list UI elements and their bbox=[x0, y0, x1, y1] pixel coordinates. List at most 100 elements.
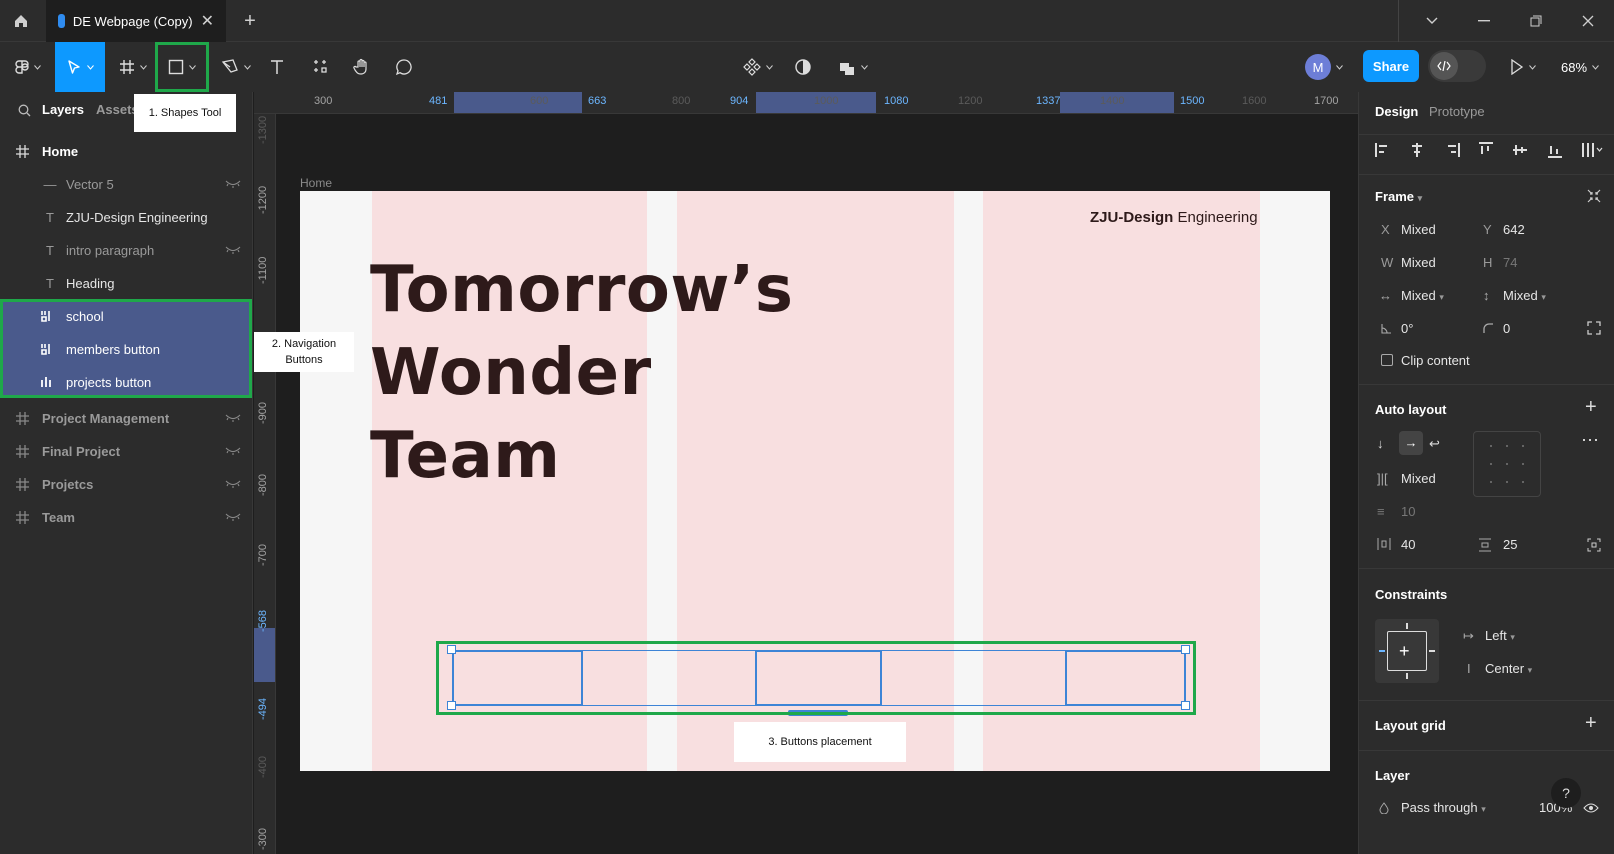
independent-padding-icon[interactable] bbox=[1587, 538, 1601, 552]
zoom-menu[interactable]: 68% bbox=[1554, 42, 1606, 92]
vertical-sizing-select[interactable]: Mixed ▾ bbox=[1503, 288, 1546, 303]
move-tool[interactable] bbox=[55, 42, 105, 92]
independent-corners-icon[interactable] bbox=[1587, 321, 1601, 335]
align-top-icon[interactable] bbox=[1478, 142, 1494, 158]
layer-vector-5[interactable]: — Vector 5 bbox=[0, 167, 253, 201]
tab-layers[interactable]: Layers bbox=[42, 102, 84, 117]
cursor-icon bbox=[68, 60, 80, 74]
text-tool[interactable] bbox=[260, 42, 294, 92]
hidden-eye-icon[interactable] bbox=[225, 179, 241, 189]
minimize-icon[interactable] bbox=[1458, 0, 1510, 42]
heading[interactable]: Tomorrow’s Wonder Team bbox=[370, 249, 793, 498]
rotation-input[interactable]: 0° bbox=[1401, 321, 1413, 336]
comment-tool[interactable] bbox=[387, 42, 421, 92]
user-menu[interactable]: M bbox=[1300, 42, 1348, 92]
layer-frame-home[interactable]: Home bbox=[0, 134, 253, 168]
distribute-icon[interactable] bbox=[1581, 142, 1603, 158]
radius-input[interactable]: 0 bbox=[1503, 321, 1510, 336]
add-icon[interactable]: + bbox=[1585, 396, 1597, 419]
file-tab[interactable]: DE Webpage (Copy) ✕ bbox=[46, 0, 226, 42]
home-frame[interactable]: ZJU-Design Engineering Tomorrow’s Wonder… bbox=[300, 191, 1330, 771]
layer-frame-team[interactable]: Team bbox=[0, 500, 253, 534]
eye-icon[interactable] bbox=[1583, 802, 1599, 814]
arrow-down-icon[interactable]: ↓ bbox=[1377, 436, 1384, 451]
add-tab-button[interactable]: + bbox=[238, 9, 262, 33]
frame-label[interactable]: Home bbox=[300, 176, 332, 190]
boolean-menu[interactable] bbox=[833, 42, 873, 92]
restore-icon[interactable] bbox=[1510, 0, 1562, 42]
align-right-icon[interactable] bbox=[1444, 142, 1460, 158]
resources-tool[interactable] bbox=[304, 42, 338, 92]
search-icon[interactable] bbox=[18, 104, 31, 117]
hidden-eye-icon[interactable] bbox=[225, 446, 241, 456]
clip-content-checkbox[interactable] bbox=[1381, 354, 1393, 366]
hidden-eye-icon[interactable] bbox=[225, 512, 241, 522]
arrow-right-icon[interactable]: → bbox=[1399, 431, 1423, 455]
hidden-eye-icon[interactable] bbox=[225, 245, 241, 255]
heading-line: Team bbox=[370, 419, 561, 493]
alignment-grid[interactable] bbox=[1473, 431, 1541, 497]
blend-mode-select[interactable]: Pass through ▾ bbox=[1401, 800, 1486, 815]
align-left-icon[interactable] bbox=[1375, 142, 1391, 158]
layer-frame-projetcs[interactable]: Projetcs bbox=[0, 467, 253, 501]
tab-design[interactable]: Design bbox=[1375, 104, 1418, 119]
ruler-selection-band bbox=[254, 628, 275, 682]
frame-section-title[interactable]: Frame ▾ bbox=[1375, 189, 1422, 204]
horizontal-constraint-select[interactable]: Left ▾ bbox=[1485, 628, 1515, 643]
text-icon: T bbox=[46, 209, 54, 225]
pen-tool[interactable] bbox=[217, 42, 255, 92]
constraint-left-active[interactable] bbox=[1379, 650, 1385, 652]
constraint-top[interactable] bbox=[1406, 623, 1408, 629]
gap-mode-value[interactable]: Mixed bbox=[1401, 471, 1436, 486]
home-icon[interactable] bbox=[0, 0, 42, 42]
constraints-widget[interactable]: + bbox=[1375, 619, 1439, 683]
layer-frame-final-project[interactable]: Final Project bbox=[0, 434, 253, 468]
align-bottom-icon[interactable] bbox=[1547, 142, 1563, 158]
present-button[interactable] bbox=[1505, 42, 1541, 92]
constraint-right[interactable] bbox=[1429, 650, 1435, 652]
collapse-icon[interactable] bbox=[1587, 189, 1601, 203]
share-button[interactable]: Share bbox=[1363, 50, 1419, 82]
mask-button[interactable] bbox=[788, 42, 818, 92]
y-input[interactable]: 642 bbox=[1503, 222, 1525, 237]
padding-v-input[interactable]: 25 bbox=[1503, 537, 1517, 552]
layer-intro-paragraph[interactable]: T intro paragraph bbox=[0, 233, 253, 267]
brand-text[interactable]: ZJU-Design Engineering bbox=[1090, 209, 1258, 226]
w-input[interactable]: Mixed bbox=[1401, 255, 1436, 270]
close-window-icon[interactable] bbox=[1562, 0, 1614, 42]
component-icon bbox=[743, 58, 761, 76]
align-middle-icon[interactable] bbox=[1512, 142, 1528, 158]
tab-prototype[interactable]: Prototype bbox=[1429, 104, 1485, 119]
h-input[interactable]: 74 bbox=[1503, 255, 1517, 270]
chevron-down-icon[interactable] bbox=[1406, 0, 1458, 42]
layer-zju-design-engineering[interactable]: T ZJU-Design Engineering bbox=[0, 200, 253, 234]
spacing-input[interactable]: 10 bbox=[1401, 504, 1415, 519]
layer-heading[interactable]: T Heading bbox=[0, 266, 253, 300]
components-menu[interactable] bbox=[740, 42, 776, 92]
layer-frame-project-management[interactable]: Project Management bbox=[0, 401, 253, 435]
padding-h-input[interactable]: 40 bbox=[1401, 537, 1415, 552]
more-options-icon[interactable]: ⋯ bbox=[1581, 430, 1599, 451]
close-icon[interactable]: ✕ bbox=[201, 11, 214, 31]
vertical-constraint-select[interactable]: Center ▾ bbox=[1485, 661, 1532, 676]
hidden-eye-icon[interactable] bbox=[225, 413, 241, 423]
shapes-tool[interactable] bbox=[155, 42, 209, 92]
tab-assets[interactable]: Assets bbox=[96, 102, 139, 117]
hand-tool[interactable] bbox=[345, 42, 379, 92]
add-icon[interactable]: + bbox=[1585, 712, 1597, 735]
frame-tool[interactable] bbox=[113, 42, 153, 92]
plus-icon: + bbox=[1399, 641, 1410, 661]
hidden-eye-icon[interactable] bbox=[225, 479, 241, 489]
x-input[interactable]: Mixed bbox=[1401, 222, 1436, 237]
ruler-tick: 481 bbox=[429, 95, 448, 107]
layer-title: Layer bbox=[1375, 768, 1410, 783]
constraint-bottom[interactable] bbox=[1406, 673, 1408, 679]
dev-mode-toggle[interactable] bbox=[1428, 50, 1486, 82]
resources-icon bbox=[314, 60, 327, 73]
text-icon: T bbox=[46, 275, 54, 291]
main-menu-button[interactable] bbox=[8, 42, 48, 92]
help-button[interactable]: ? bbox=[1551, 778, 1581, 808]
horizontal-sizing-select[interactable]: Mixed ▾ bbox=[1401, 288, 1444, 303]
align-center-h-icon[interactable] bbox=[1409, 142, 1425, 158]
wrap-icon[interactable]: ↩ bbox=[1429, 436, 1440, 452]
